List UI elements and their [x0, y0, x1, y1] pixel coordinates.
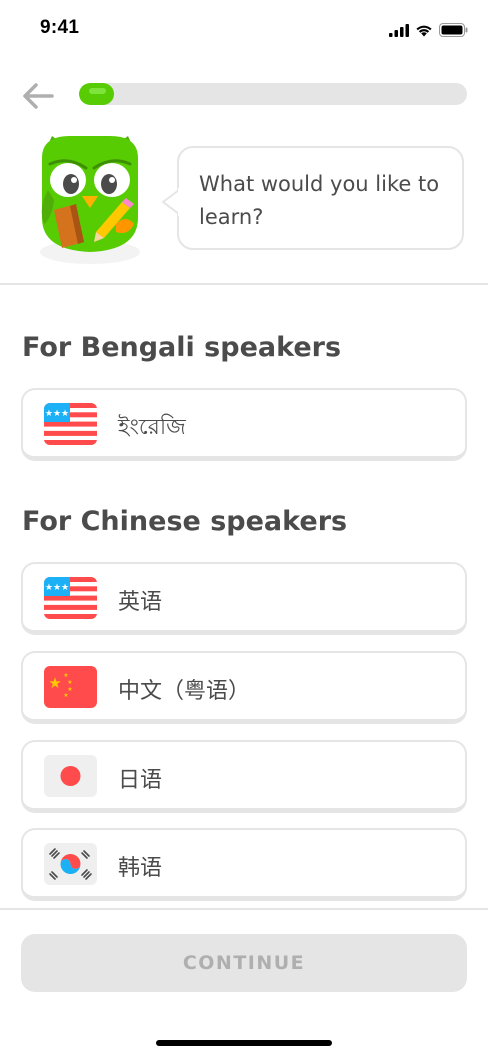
language-option-japanese[interactable]: 日语 — [21, 740, 467, 813]
svg-text:★: ★ — [48, 674, 61, 692]
language-option-label: 韩语 — [118, 856, 163, 881]
home-indicator[interactable] — [156, 1040, 332, 1046]
status-time: 9:41 — [40, 17, 80, 38]
language-option-label: 日语 — [118, 768, 163, 793]
header-divider — [0, 283, 488, 285]
us-flag-icon: ★★★ — [44, 577, 97, 619]
continue-button[interactable]: CONTINUE — [21, 934, 467, 992]
status-icons — [389, 22, 468, 38]
svg-text:★: ★ — [67, 679, 72, 686]
prompt-question: What would you like to learn? — [199, 172, 440, 229]
language-option-cantonese[interactable]: ★ ★ ★ ★ ★ 中文（粤语） — [21, 651, 467, 724]
china-flag-icon: ★ ★ ★ ★ ★ — [44, 666, 97, 708]
cellular-signal-icon — [389, 23, 409, 37]
wifi-icon — [416, 25, 432, 36]
language-option-korean[interactable]: 韩语 — [21, 828, 467, 901]
battery-icon — [439, 23, 468, 37]
footer-divider — [0, 908, 488, 910]
progress-shine — [89, 88, 106, 94]
language-option-english-bengali[interactable]: ★★★ ইংরেজি — [21, 388, 467, 461]
svg-text:★: ★ — [63, 692, 68, 699]
speech-bubble-tail — [162, 188, 180, 216]
progress-fill — [79, 83, 114, 105]
lesson-header — [0, 76, 488, 116]
language-option-label: 中文（粤语） — [118, 679, 251, 704]
svg-text:★: ★ — [63, 672, 68, 679]
section-title-bengali: For Bengali speakers — [22, 332, 342, 363]
language-option-label: 英语 — [118, 590, 163, 615]
language-option-english-chinese[interactable]: ★★★ 英语 — [21, 562, 467, 635]
svg-text:★★★: ★★★ — [45, 583, 69, 593]
progress-bar — [79, 83, 467, 105]
svg-text:★★★: ★★★ — [45, 409, 69, 419]
speech-bubble: What would you like to learn? — [177, 146, 464, 250]
us-flag-icon: ★★★ — [44, 403, 97, 445]
section-title-chinese: For Chinese speakers — [22, 506, 348, 537]
japan-flag-icon — [44, 755, 97, 797]
korea-flag-icon — [44, 843, 97, 885]
arrow-left-icon — [23, 83, 54, 109]
language-option-label: ইংরেজি — [118, 415, 186, 440]
owl-mascot-icon — [40, 136, 140, 264]
back-button[interactable] — [18, 78, 58, 114]
status-bar: 9:41 — [0, 0, 488, 60]
